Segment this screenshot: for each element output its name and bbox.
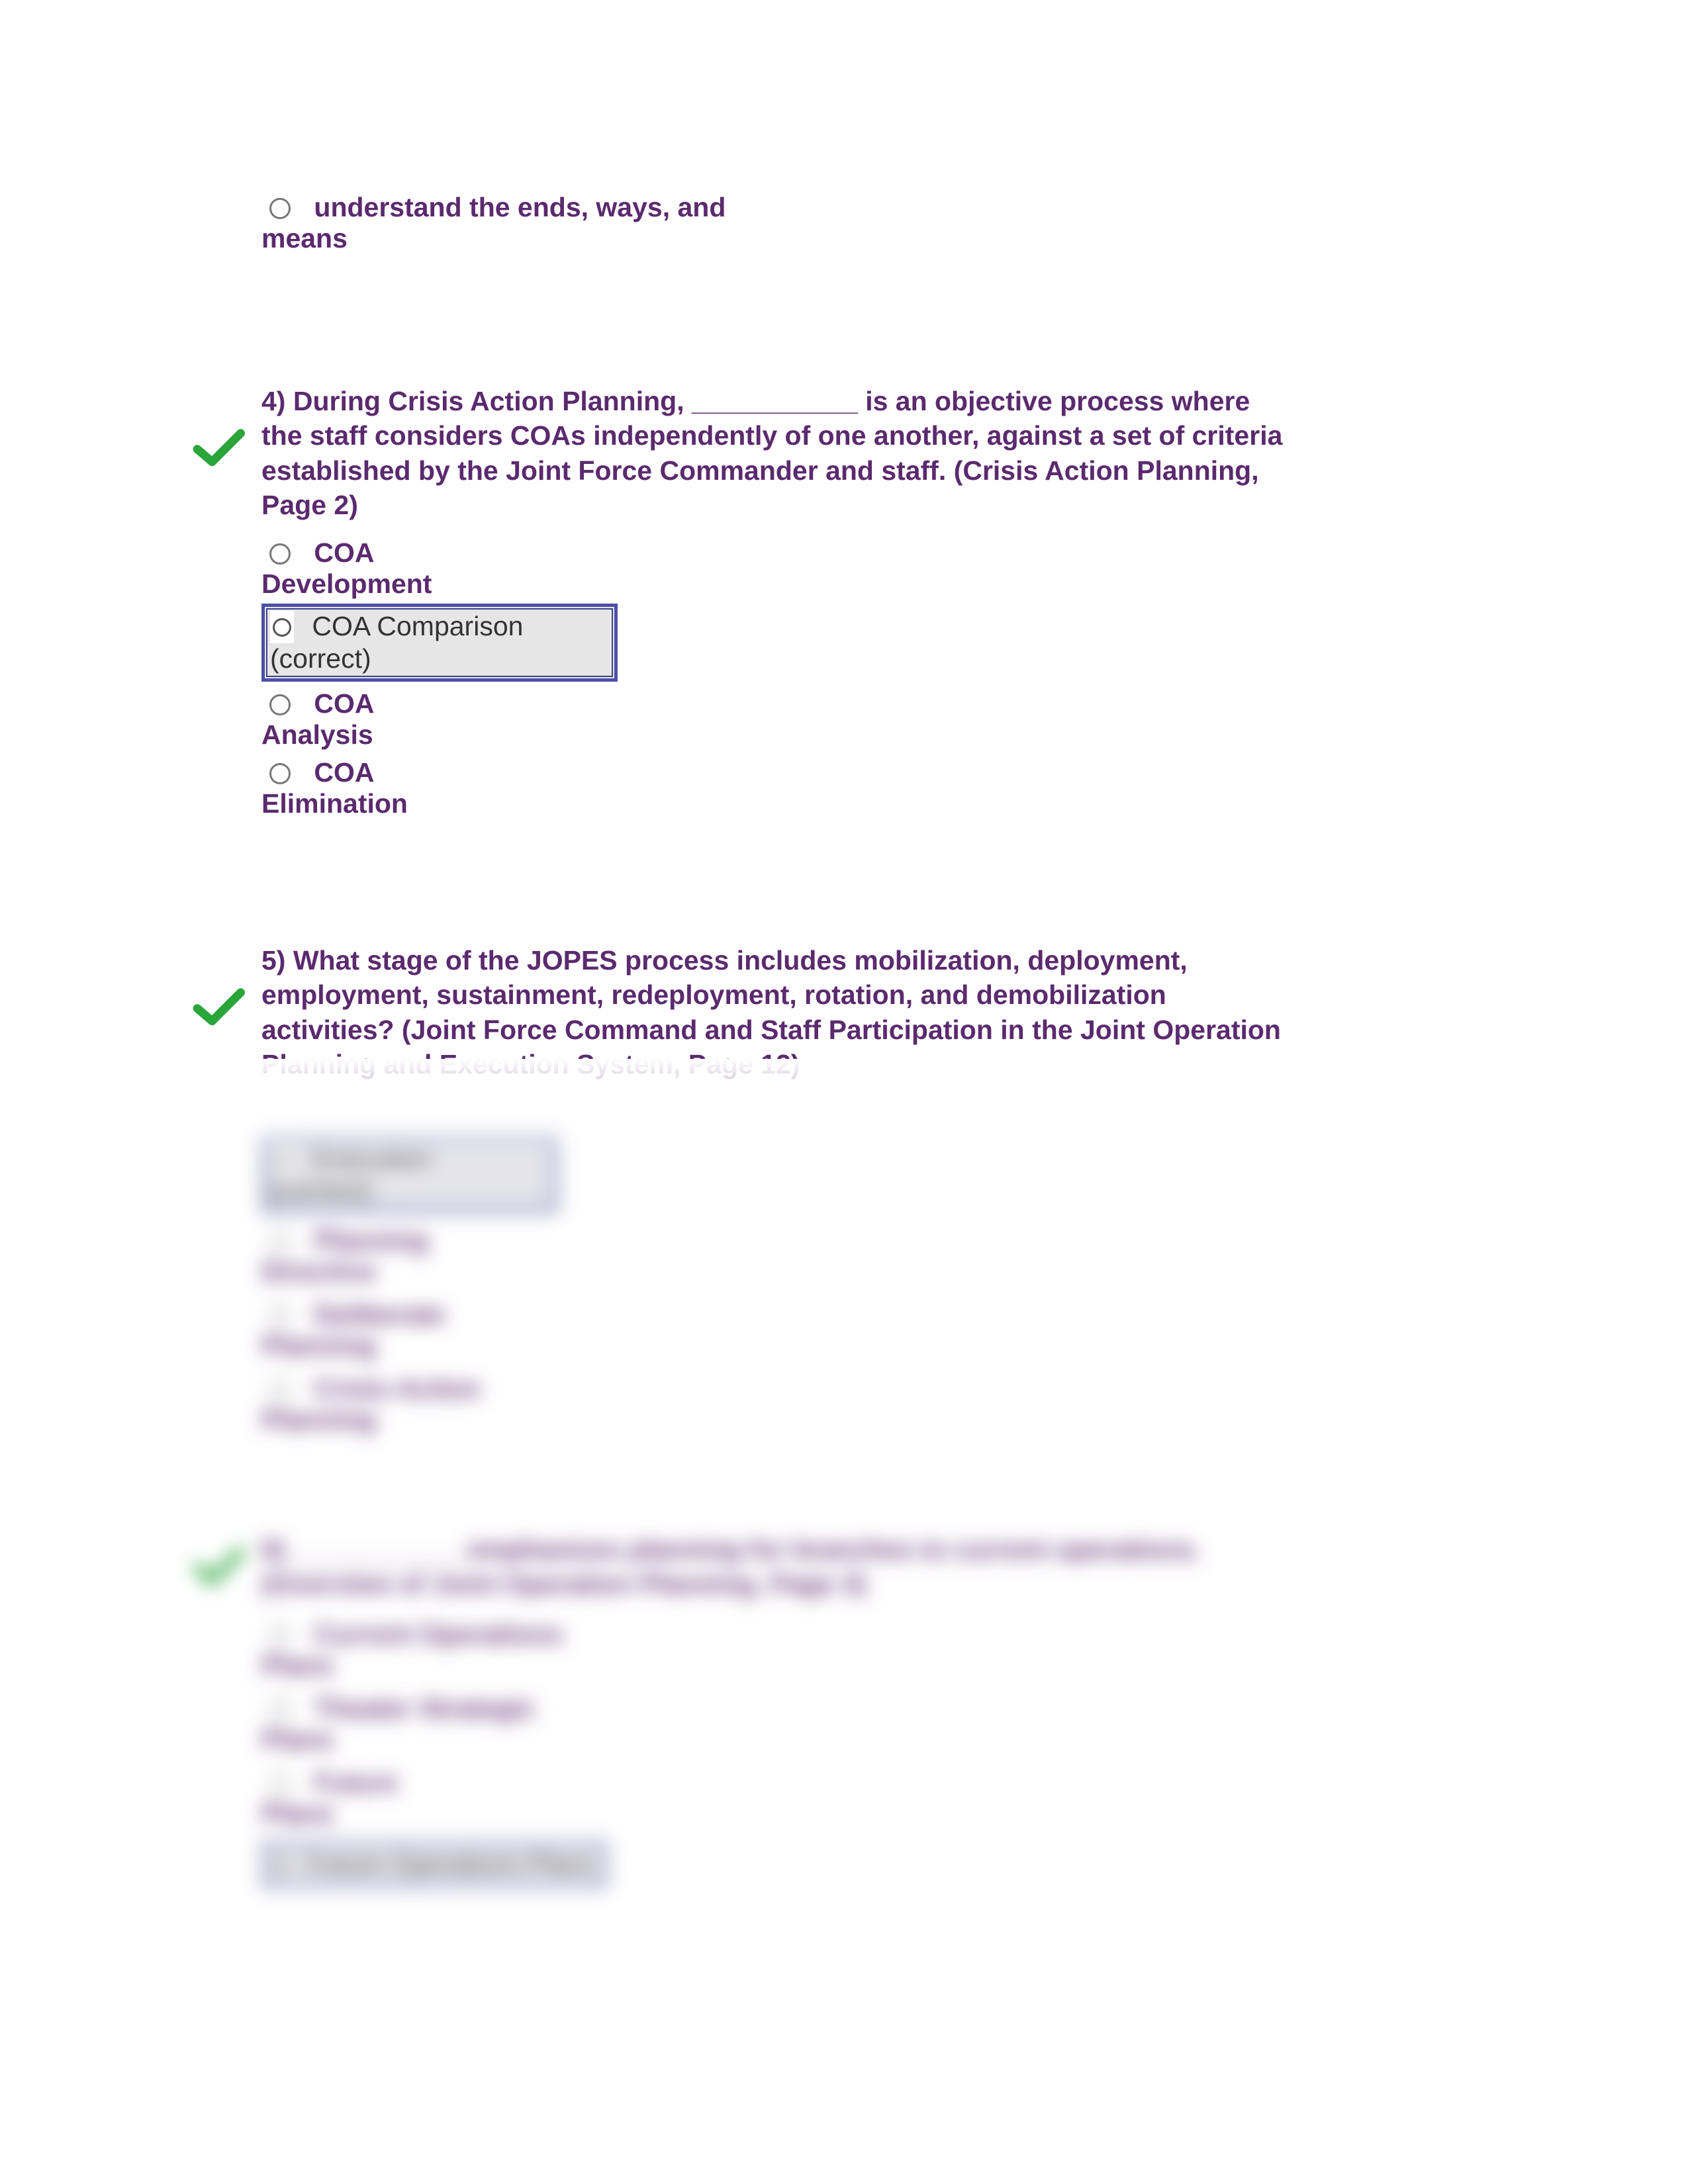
question-4: 4) During Crisis Action Planning, ______…	[261, 384, 1294, 819]
radio-icon[interactable]	[269, 763, 291, 784]
option-label: Planning	[314, 1225, 428, 1255]
question-5-options: Execution (correct) Planning Directive D…	[261, 1135, 1294, 1435]
option-label-cont: Analysis	[261, 719, 1294, 751]
option-label: COA	[314, 537, 374, 568]
q5-option-c[interactable]: Deliberate Planning	[261, 1299, 1294, 1361]
quiz-page: understand the ends, ways, and means 4) …	[0, 0, 1688, 2184]
radio-icon[interactable]	[269, 1625, 291, 1646]
radio-wrap	[270, 611, 294, 643]
q5-prompt: 5) What stage of the JOPES process inclu…	[261, 943, 1294, 1082]
checkmark-icon	[192, 427, 252, 469]
q5-option-b[interactable]: Planning Directive	[261, 1225, 1294, 1287]
option-label: Current Operations	[314, 1619, 563, 1649]
prev-question-option: understand the ends, ways, and means	[261, 185, 1294, 254]
correct-answer-box[interactable]: Execution (correct)	[261, 1135, 558, 1213]
q6-option-c[interactable]: Future Plans	[261, 1767, 1294, 1829]
q6-option-b[interactable]: Theater Strategic Plans	[261, 1693, 1294, 1755]
q4-option-a[interactable]: COA Development	[261, 537, 1294, 600]
option-understand-ends[interactable]: understand the ends, ways, and means	[261, 192, 1294, 254]
radio-icon[interactable]	[271, 1856, 290, 1875]
checkmark-icon	[192, 986, 252, 1028]
correct-answer-box[interactable]: Future Operations Plans	[261, 1841, 608, 1888]
question-6: 6) ___________ emphasizes planning for b…	[261, 1532, 1294, 1888]
correct-tag: (correct)	[270, 1175, 548, 1206]
option-label-cont: Planning	[261, 1404, 1294, 1435]
hidden-preview-region: Execution (correct) Planning Directive D…	[0, 1082, 1688, 1435]
q6-prompt: 6) ___________ emphasizes planning for b…	[261, 1532, 1294, 1602]
radio-wrap	[270, 1142, 294, 1175]
option-label: COA	[314, 688, 374, 719]
option-label: Crisis Action	[314, 1373, 480, 1404]
q5-option-a-correct[interactable]: Execution (correct)	[261, 1135, 1294, 1213]
q4-option-b-correct[interactable]: COA Comparison (correct)	[261, 604, 1294, 682]
radio-icon[interactable]	[273, 1150, 291, 1168]
radio-icon[interactable]	[273, 618, 291, 637]
option-label: Future Operations Plans	[306, 1850, 594, 1879]
option-label-cont: Development	[261, 569, 1294, 600]
q4-prompt: 4) During Crisis Action Planning, ______…	[261, 384, 1294, 523]
option-label: Future	[314, 1767, 399, 1797]
option-label-cont: Elimination	[261, 788, 1294, 819]
correct-answer-box[interactable]: COA Comparison (correct)	[261, 604, 618, 682]
q6-option-a[interactable]: Current Operations Plans	[261, 1619, 1294, 1681]
question-5: 5) What stage of the JOPES process inclu…	[261, 943, 1294, 1082]
q4-option-d[interactable]: COA Elimination	[261, 757, 1294, 819]
q4-option-c[interactable]: COA Analysis	[261, 688, 1294, 751]
q6-option-d-correct[interactable]: Future Operations Plans	[261, 1841, 1294, 1888]
q6-correct-mark	[192, 1545, 252, 1588]
option-label-cont: Plans	[261, 1724, 1294, 1755]
radio-icon[interactable]	[269, 1231, 291, 1252]
q4-correct-mark	[192, 427, 252, 469]
radio-icon[interactable]	[269, 694, 291, 715]
option-label: Theater Strategic	[314, 1693, 536, 1723]
radio-icon[interactable]	[269, 198, 291, 219]
option-label-cont: Planning	[261, 1330, 1294, 1361]
option-label: understand the ends, ways, and	[314, 192, 726, 222]
option-label: Execution	[312, 1142, 431, 1173]
option-label: COA	[314, 757, 374, 788]
checkmark-icon	[192, 1545, 252, 1588]
radio-icon[interactable]	[269, 1773, 291, 1794]
radio-icon[interactable]	[269, 1699, 291, 1720]
option-label-cont: means	[261, 223, 1294, 254]
radio-icon[interactable]	[269, 1379, 291, 1400]
radio-icon[interactable]	[269, 543, 291, 565]
option-label-cont: Plans	[261, 1650, 1294, 1681]
correct-tag: (correct)	[270, 643, 608, 674]
option-label: COA Comparison	[312, 611, 523, 641]
option-label-cont: Plans	[261, 1798, 1294, 1829]
radio-icon[interactable]	[269, 1305, 291, 1326]
option-label-cont: Directive	[261, 1256, 1294, 1287]
q5-correct-mark	[192, 986, 252, 1028]
q5-option-d[interactable]: Crisis Action Planning	[261, 1373, 1294, 1435]
option-label: Deliberate	[314, 1299, 445, 1330]
